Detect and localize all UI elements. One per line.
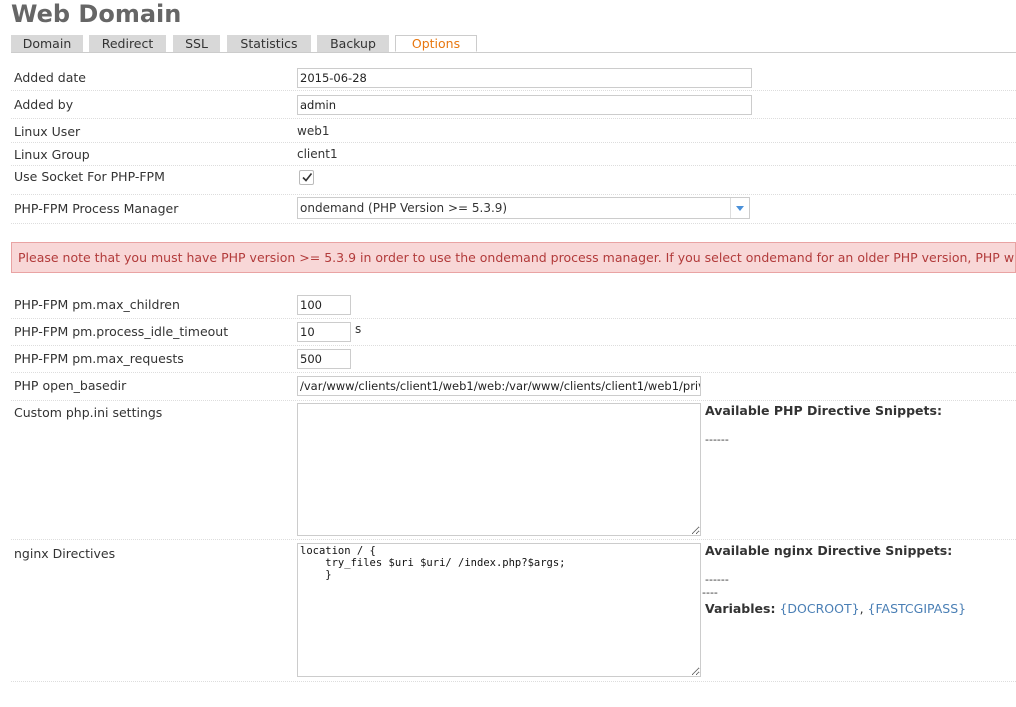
linux-user-label: Linux User	[14, 124, 81, 139]
open-basedir-label: PHP open_basedir	[14, 378, 127, 393]
custom-php-ini-label: Custom php.ini settings	[14, 405, 163, 420]
max-requests-label: PHP-FPM pm.max_requests	[14, 351, 184, 366]
row-added-by: Added by admin	[11, 92, 1016, 119]
max-children-input[interactable]: 100	[297, 295, 351, 315]
linux-group-label: Linux Group	[14, 147, 90, 162]
added-date-input[interactable]: 2015-06-28	[297, 68, 752, 88]
row-max-children: PHP-FPM pm.max_children 100	[11, 293, 1016, 319]
max-children-label: PHP-FPM pm.max_children	[14, 297, 180, 312]
nginx-snippets-separator-2: ----	[702, 586, 718, 599]
ondemand-warning-note: Please note that you must have PHP versi…	[11, 242, 1016, 273]
added-date-label: Added date	[14, 70, 86, 85]
process-manager-selected: ondemand (PHP Version >= 5.3.9)	[300, 201, 508, 215]
idle-timeout-unit: s	[355, 322, 362, 336]
php-snippets-title: Available PHP Directive Snippets:	[705, 403, 942, 418]
row-linux-user: Linux User web1	[11, 120, 1016, 143]
use-socket-checkbox[interactable]	[299, 170, 314, 185]
variable-fastcgipass-link[interactable]: {FASTCGIPASS}	[868, 601, 967, 616]
tab-backup[interactable]: Backup	[317, 35, 389, 52]
row-nginx-directives: nginx Directives Available nginx Directi…	[11, 541, 1016, 682]
nginx-directives-label: nginx Directives	[14, 546, 116, 561]
nginx-directives-textarea[interactable]	[297, 543, 701, 677]
use-socket-label: Use Socket For PHP-FPM	[14, 169, 165, 184]
tab-statistics[interactable]: Statistics	[227, 35, 311, 52]
max-requests-input[interactable]: 500	[297, 349, 351, 369]
added-by-input[interactable]: admin	[297, 95, 752, 115]
added-by-label: Added by	[14, 97, 74, 112]
nginx-variables: Variables: {DOCROOT}, {FASTCGIPASS}	[705, 601, 966, 616]
nginx-snippets-separator: ------	[705, 573, 729, 586]
tab-bar: Domain Redirect SSL Statistics Backup Op…	[11, 35, 1016, 53]
tab-redirect[interactable]: Redirect	[89, 35, 166, 52]
variable-docroot-link[interactable]: {DOCROOT}	[779, 601, 859, 616]
row-use-socket: Use Socket For PHP-FPM	[11, 166, 1016, 195]
tab-ssl[interactable]: SSL	[173, 35, 220, 52]
row-custom-php-ini: Custom php.ini settings Available PHP Di…	[11, 401, 1016, 540]
row-idle-timeout: PHP-FPM pm.process_idle_timeout 10 s	[11, 320, 1016, 346]
row-added-date: Added date 2015-06-28	[11, 66, 1016, 91]
nginx-snippets-title: Available nginx Directive Snippets:	[705, 543, 953, 558]
process-manager-select[interactable]: ondemand (PHP Version >= 5.3.9)	[297, 197, 750, 219]
row-open-basedir: PHP open_basedir /var/www/clients/client…	[11, 374, 1016, 401]
tab-options[interactable]: Options	[395, 35, 477, 52]
idle-timeout-label: PHP-FPM pm.process_idle_timeout	[14, 324, 229, 339]
php-snippets-panel: Available PHP Directive Snippets: ------	[705, 403, 942, 446]
row-max-requests: PHP-FPM pm.max_requests 500	[11, 347, 1016, 373]
php-snippets-separator: ------	[705, 433, 729, 446]
row-process-manager: PHP-FPM Process Manager ondemand (PHP Ve…	[11, 197, 1016, 224]
row-linux-group: Linux Group client1	[11, 143, 1016, 166]
variables-label: Variables:	[705, 601, 776, 616]
page-title: Web Domain	[11, 0, 182, 28]
checkmark-icon	[302, 173, 313, 182]
nginx-snippets-panel: Available nginx Directive Snippets: ----…	[702, 543, 966, 616]
variables-separator: ,	[859, 601, 864, 616]
linux-group-value: client1	[297, 147, 338, 161]
open-basedir-input[interactable]: /var/www/clients/client1/web1/web:/var/w…	[297, 376, 701, 396]
custom-php-ini-textarea[interactable]	[297, 403, 701, 536]
idle-timeout-input[interactable]: 10	[297, 322, 351, 342]
linux-user-value: web1	[297, 124, 330, 138]
process-manager-label: PHP-FPM Process Manager	[14, 201, 179, 216]
tab-domain[interactable]: Domain	[11, 35, 83, 52]
chevron-down-icon[interactable]	[730, 198, 749, 218]
